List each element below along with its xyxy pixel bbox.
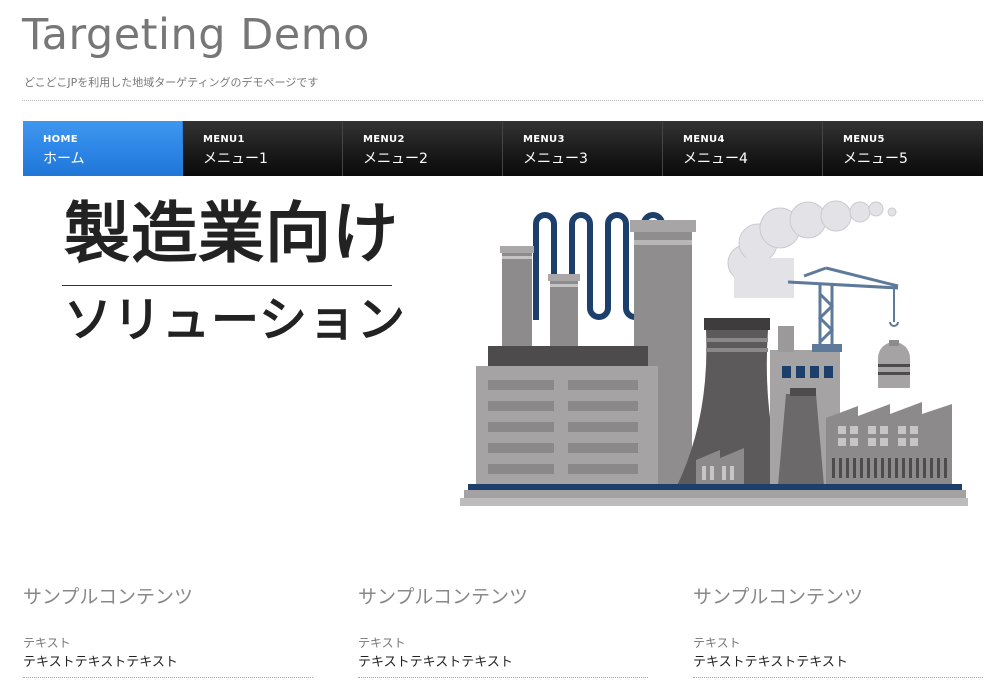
nav-item-ja-label: メニュー4	[683, 151, 748, 167]
nav-item-ja-label: メニュー2	[363, 151, 428, 167]
header-divider	[22, 100, 983, 101]
nav-item-menu3[interactable]: MENU3 メニュー3	[503, 121, 663, 176]
nav-item-en-label: MENU5	[843, 134, 885, 145]
column-text: テキストテキストテキスト	[358, 655, 648, 678]
nav-item-home[interactable]: HOME ホーム	[23, 121, 183, 176]
nav-item-ja-label: メニュー3	[523, 151, 588, 167]
site-description: どこどこJPを利用した地域ターゲティングのデモページです	[24, 76, 319, 89]
hero-subheading: ソリューション	[64, 292, 407, 348]
nav-item-en-label: HOME	[43, 134, 78, 145]
nav-item-en-label: MENU2	[363, 134, 405, 145]
nav-item-ja-label: ホーム	[43, 151, 85, 167]
column-label: テキスト	[693, 636, 741, 650]
column-title: サンプルコンテンツ	[23, 586, 194, 608]
site-title[interactable]: Targeting Demo	[22, 14, 370, 57]
column-text: テキストテキストテキスト	[23, 655, 313, 678]
column-label: テキスト	[23, 636, 71, 650]
nav-item-menu2[interactable]: MENU2 メニュー2	[343, 121, 503, 176]
nav-item-menu5[interactable]: MENU5 メニュー5	[823, 121, 983, 176]
nav-item-en-label: MENU1	[203, 134, 245, 145]
column-title: サンプルコンテンツ	[358, 586, 529, 608]
content-column-3: サンプルコンテンツ テキスト テキストテキストテキスト	[693, 588, 983, 678]
main-nav: HOME ホーム MENU1 メニュー1 MENU2 メニュー2 MENU3 メ…	[23, 121, 983, 176]
hero-heading: 製造業向け	[64, 194, 399, 272]
column-label: テキスト	[358, 636, 406, 650]
nav-item-en-label: MENU4	[683, 134, 725, 145]
nav-item-ja-label: メニュー5	[843, 151, 908, 167]
column-text: テキストテキストテキスト	[693, 655, 983, 678]
nav-item-ja-label: メニュー1	[203, 151, 268, 167]
nav-item-en-label: MENU3	[523, 134, 565, 145]
content-column-2: サンプルコンテンツ テキスト テキストテキストテキスト	[358, 588, 648, 678]
nav-item-menu1[interactable]: MENU1 メニュー1	[183, 121, 343, 176]
nav-item-menu4[interactable]: MENU4 メニュー4	[663, 121, 823, 176]
hero-divider	[62, 285, 392, 286]
column-title: サンプルコンテンツ	[693, 586, 864, 608]
content-column-1: サンプルコンテンツ テキスト テキストテキストテキスト	[23, 588, 313, 678]
factory-illustration	[460, 200, 968, 506]
